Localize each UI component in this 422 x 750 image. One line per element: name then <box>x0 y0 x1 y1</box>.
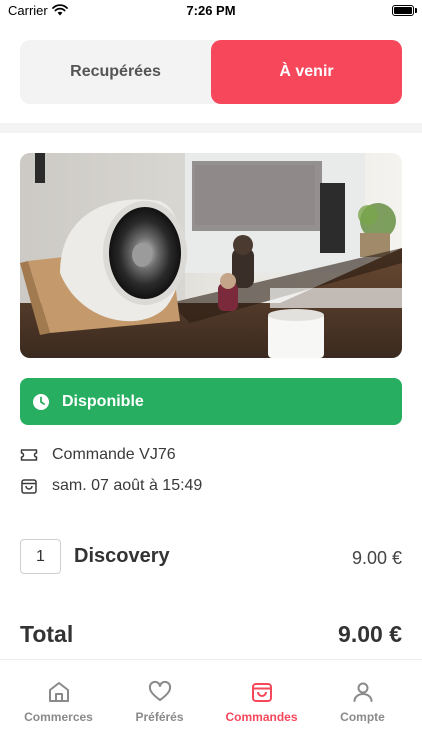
battery-icon <box>392 5 414 16</box>
tab-recuperees[interactable]: Recupérées <box>20 40 211 104</box>
order-status-badge: Disponible <box>20 378 402 425</box>
ticket-icon <box>20 449 38 461</box>
tab-a-venir[interactable]: À venir <box>211 40 402 104</box>
tab-commandes[interactable]: Commandes <box>209 680 314 724</box>
clock-icon <box>33 393 49 410</box>
tab-label: Préférés <box>135 710 184 724</box>
heart-icon <box>148 680 171 701</box>
shopping-bag-icon <box>21 479 37 494</box>
user-icon <box>353 682 372 702</box>
item-quantity: 1 <box>20 539 61 574</box>
tab-label: Commerces <box>24 710 93 724</box>
order-status-label: Disponible <box>62 392 144 410</box>
status-bar: Carrier 7:26 PM <box>0 0 422 22</box>
order-date-row: sam. 07 août à 15:49 <box>20 477 202 495</box>
bottom-tab-bar: Commerces Préférés Commandes Compte <box>0 659 422 750</box>
tab-compte[interactable]: Compte <box>310 680 415 724</box>
tab-label: Compte <box>340 710 385 724</box>
order-number: Commande VJ76 <box>52 446 176 463</box>
order-date: sam. 07 août à 15:49 <box>52 477 203 494</box>
orders-segmented-control: Recupérées À venir <box>20 40 402 104</box>
shopping-bag-icon <box>251 683 272 702</box>
tab-commerces[interactable]: Commerces <box>6 680 111 724</box>
item-price: 9.00 € <box>351 548 402 568</box>
tab-label: Commandes <box>225 710 298 724</box>
item-name: Discovery <box>74 545 170 567</box>
tab-preferes[interactable]: Préférés <box>107 680 212 724</box>
section-divider <box>0 123 422 133</box>
order-number-row: Commande VJ76 <box>20 446 176 464</box>
home-icon <box>48 682 69 702</box>
total-value: 9.00 € <box>338 621 402 647</box>
total-label: Total <box>20 621 74 647</box>
store-photo <box>20 153 402 358</box>
clock: 7:26 PM <box>186 3 236 18</box>
